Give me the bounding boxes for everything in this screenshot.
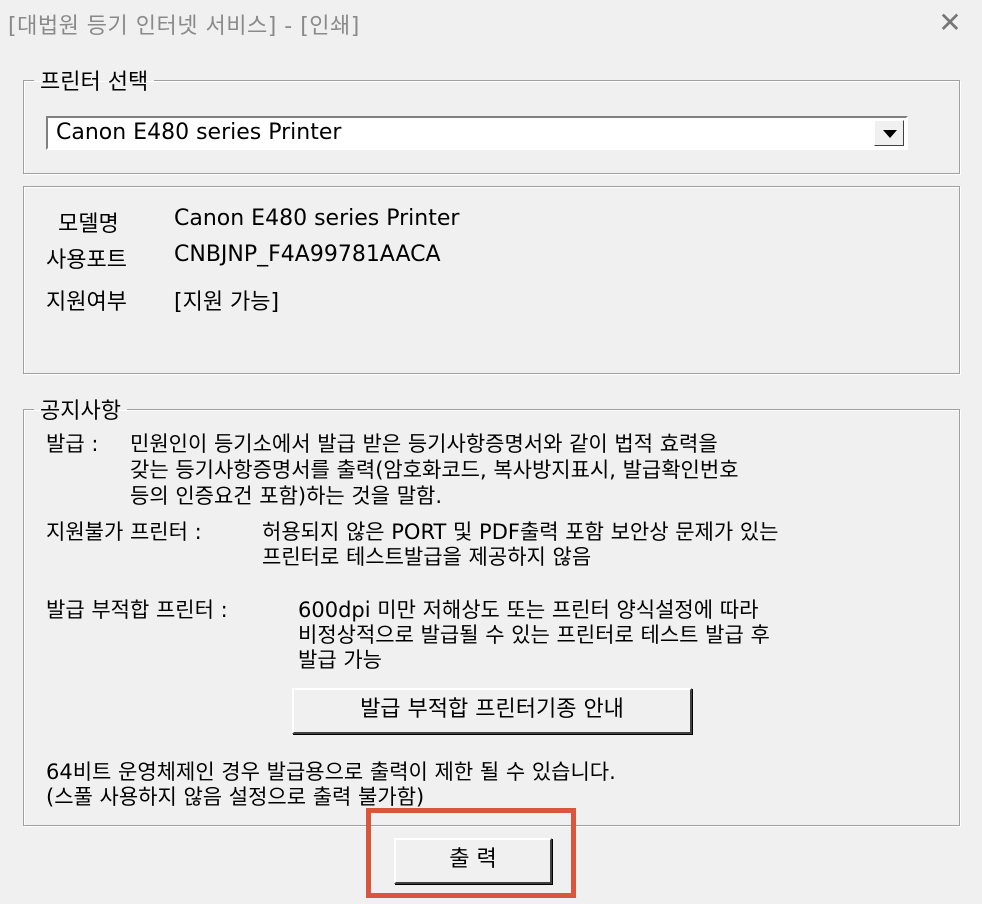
dropdown-arrow-button[interactable] <box>874 120 904 146</box>
print-button[interactable]: 출 력 <box>394 838 552 884</box>
printer-select-legend: 프린터 선택 <box>40 70 149 95</box>
port-value: CNBJNP_F4A99781AACA <box>174 242 441 267</box>
title-bar: [대법원 등기 인터넷 서비스] - [인쇄] ✕ <box>0 0 982 46</box>
printer-info-panel <box>23 186 960 374</box>
os-notice-line1: 64비트 운영체제인 경우 발급용으로 출력이 제한 될 수 있습니다. <box>46 760 616 784</box>
chevron-down-icon <box>883 130 897 138</box>
printer-dropdown-value: Canon E480 series Printer <box>56 120 342 145</box>
notice-legend: 공지사항 <box>40 399 121 424</box>
unsupported-label: 지원불가 프린터 : <box>46 520 209 544</box>
model-value: Canon E480 series Printer <box>174 206 460 231</box>
unsuitable-label: 발급 부적합 프린터 : <box>46 598 235 622</box>
unsupported-text-line1: 허용되지 않은 PORT 및 PDF출력 포함 보안상 문제가 있는 <box>262 520 779 544</box>
unsuitable-text-line1: 600dpi 미만 저해상도 또는 프린터 양식설정에 따라 <box>298 598 759 622</box>
window-title: [대법원 등기 인터넷 서비스] - [인쇄] <box>8 14 360 39</box>
unsuitable-text-line2: 비정상적으로 발급될 수 있는 프린터로 테스트 발급 후 <box>298 623 770 647</box>
unsuitable-printer-guide-button[interactable]: 발급 부적합 프린터기종 안내 <box>292 688 692 734</box>
os-notice-line2: (스풀 사용하지 않음 설정으로 출력 불가함) <box>46 785 425 809</box>
support-label: 지원여부 <box>46 290 127 315</box>
printer-dropdown[interactable]: Canon E480 series Printer <box>46 116 908 150</box>
support-value: [지원 가능] <box>174 290 280 315</box>
issue-text-line2: 갖는 등기사항증명서를 출력(암호화코드, 복사방지표시, 발급확인번호 <box>130 458 739 482</box>
issue-label: 발급 : <box>46 432 106 456</box>
port-label: 사용포트 <box>46 248 127 273</box>
model-label: 모델명 <box>58 212 119 237</box>
unsuitable-text-line3: 발급 가능 <box>298 648 382 672</box>
unsupported-text-line2: 프린터로 테스트발급을 제공하지 않음 <box>262 545 592 569</box>
issue-text-line1: 민원인이 등기소에서 발급 받은 등기사항증명서와 같이 법적 효력을 <box>130 432 718 456</box>
issue-text-line3: 등의 인증요건 포함)하는 것을 말함. <box>130 484 443 508</box>
close-icon[interactable]: ✕ <box>932 6 968 40</box>
